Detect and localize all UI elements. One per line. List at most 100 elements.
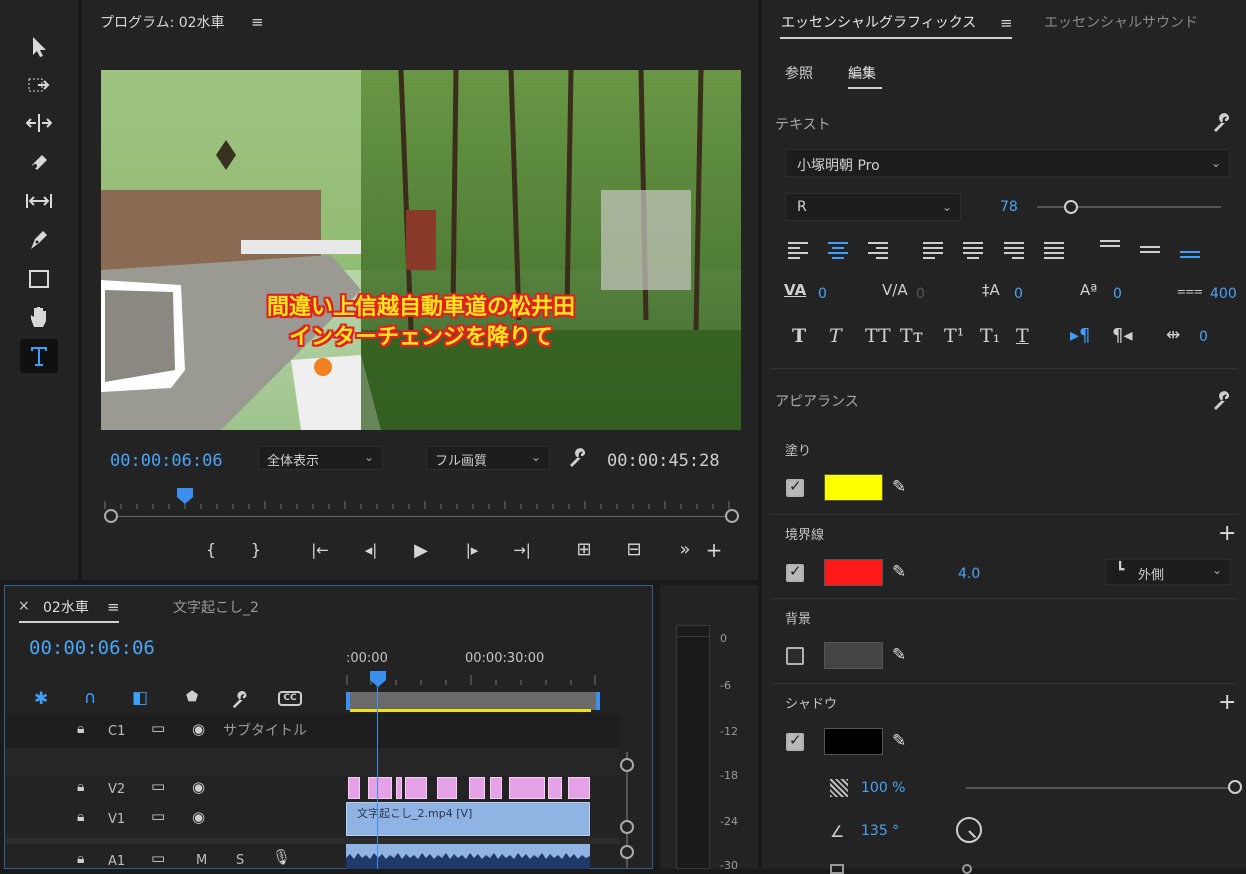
toggle-sync-icon[interactable]: ▭ (151, 807, 165, 825)
graphic-clip[interactable] (469, 777, 485, 799)
slip-tool-icon[interactable] (20, 184, 58, 218)
shadow-angle-value[interactable]: 135 ° (861, 823, 899, 839)
tsume-value[interactable]: 400 (1210, 286, 1237, 302)
stroke-checkbox[interactable] (786, 562, 804, 582)
zoom-handle-left[interactable] (104, 509, 118, 523)
distance-slider-handle[interactable] (962, 864, 972, 874)
tab-width-icon[interactable]: ⇹ (1166, 325, 1180, 345)
go-to-in-button[interactable]: |← (306, 541, 334, 559)
leading-value[interactable]: 0 (1014, 286, 1023, 302)
graphic-clip[interactable] (368, 777, 392, 799)
align-top-icon[interactable] (1098, 238, 1122, 262)
font-size-value[interactable]: 78 (1000, 199, 1018, 215)
step-back-button[interactable]: ◂| (357, 541, 385, 559)
eye-icon[interactable]: ◉ (192, 720, 205, 738)
scroll-handle[interactable] (620, 845, 634, 859)
mark-out-button[interactable]: } (242, 540, 270, 559)
timeline-playhead-head[interactable] (369, 670, 387, 692)
shadow-eyedropper-icon[interactable]: ✎ (892, 731, 906, 751)
add-marker-icon[interactable]: ⬟ (186, 689, 198, 705)
small-caps-button[interactable]: Tᴛ (900, 325, 923, 347)
timeline-settings-wrench-icon[interactable] (231, 690, 251, 714)
timeline-tab-other[interactable]: 文字起こし_2 (173, 597, 259, 617)
justify-left-icon[interactable] (921, 240, 945, 264)
tab-essential-sound[interactable]: エッセンシャルサウンド (1044, 12, 1198, 32)
add-stroke-button[interactable]: + (1218, 521, 1236, 546)
zoom-dropdown[interactable]: 全体表示 ⌄ (258, 446, 383, 470)
faux-italic-button[interactable]: T (829, 325, 842, 347)
baseline-value[interactable]: 0 (1113, 286, 1122, 302)
stroke-eyedropper-icon[interactable]: ✎ (892, 562, 906, 582)
fill-color-swatch[interactable] (824, 474, 883, 501)
graphic-clip[interactable] (348, 777, 360, 799)
close-tab-icon[interactable]: × (18, 598, 30, 614)
justify-center-icon[interactable] (961, 240, 985, 264)
quality-dropdown[interactable]: フル画質 ⌄ (426, 446, 550, 470)
shadow-checkbox[interactable] (786, 731, 804, 751)
lock-icon[interactable]: 🔒︎ (77, 779, 84, 795)
align-bottom-icon[interactable] (1178, 244, 1202, 268)
subscript-button[interactable]: T₁ (980, 325, 1000, 347)
background-eyedropper-icon[interactable]: ✎ (892, 645, 906, 665)
superscript-button[interactable]: T¹ (944, 325, 964, 347)
tsume-extra-value[interactable]: 0 (1199, 329, 1208, 345)
work-area-bar[interactable] (346, 692, 599, 710)
background-checkbox[interactable] (786, 647, 804, 665)
all-caps-button[interactable]: TT (865, 325, 891, 347)
toggle-sync-icon[interactable]: ▭ (151, 849, 165, 867)
stroke-width-value[interactable]: 4.0 (958, 566, 980, 582)
add-control-button[interactable]: + (700, 538, 728, 562)
more-controls-button[interactable]: » (671, 539, 699, 560)
play-button[interactable]: ▶ (407, 540, 435, 561)
faux-bold-button[interactable]: T (792, 325, 806, 347)
pen-tool-icon[interactable] (20, 223, 58, 257)
align-center-icon[interactable] (826, 240, 850, 264)
mark-in-button[interactable]: { (197, 540, 225, 559)
text-wrench-icon[interactable] (1212, 112, 1234, 138)
program-monitor-title[interactable]: プログラム: 02水車 (100, 12, 225, 32)
stroke-color-swatch[interactable] (824, 559, 883, 586)
font-style-dropdown[interactable]: R ⌄ (785, 193, 961, 221)
font-family-dropdown[interactable]: 小塚明朝 Pro ⌄ (785, 149, 1230, 177)
underline-button[interactable]: T (1016, 325, 1029, 347)
shadow-opacity-slider-handle[interactable] (1228, 780, 1242, 794)
background-color-swatch[interactable] (824, 642, 883, 669)
track-select-tool-icon[interactable] (20, 68, 58, 102)
mute-button[interactable]: M (196, 853, 207, 868)
subtab-browse[interactable]: 参照 (785, 63, 813, 83)
lift-button[interactable]: ⊞ (570, 539, 598, 560)
timeline-current-timecode[interactable]: 00:00:06:06 (29, 637, 155, 659)
shadow-opacity-value[interactable]: 100 % (861, 780, 905, 796)
step-forward-button[interactable]: |▸ (458, 541, 486, 559)
extract-button[interactable]: ⊟ (620, 539, 648, 560)
kerning-value[interactable]: 0 (818, 286, 827, 302)
hand-tool-icon[interactable] (20, 300, 58, 334)
appearance-wrench-icon[interactable] (1212, 390, 1234, 416)
graphic-clip[interactable] (548, 777, 562, 799)
program-zoom-bar[interactable] (110, 516, 732, 517)
graphic-clip[interactable] (437, 777, 457, 799)
microphone-icon[interactable]: 🎙︎ (272, 848, 291, 866)
rtl-direction-icon[interactable]: ¶◂ (1112, 325, 1133, 346)
timeline-tab-active[interactable]: 02水車 (43, 597, 89, 617)
align-left-icon[interactable] (786, 240, 810, 264)
fill-checkbox[interactable] (786, 477, 804, 497)
toggle-sync-icon[interactable]: ▭ (151, 719, 165, 737)
solo-button[interactable]: S (236, 853, 244, 868)
ripple-edit-tool-icon[interactable] (20, 106, 58, 140)
scroll-handle[interactable] (620, 820, 634, 834)
align-right-icon[interactable] (866, 240, 890, 264)
toggle-sync-icon[interactable]: ▭ (151, 777, 165, 795)
captions-cc-icon[interactable]: CC (278, 691, 302, 706)
graphic-clip[interactable] (568, 777, 590, 799)
lock-icon[interactable]: 🔒︎ (77, 809, 84, 825)
program-time-ruler[interactable] (103, 494, 737, 509)
go-to-out-button[interactable]: →| (508, 541, 536, 559)
selection-tool-icon[interactable] (20, 30, 58, 64)
timeline-menu-icon[interactable]: ≡ (107, 598, 120, 616)
graphic-clip[interactable] (509, 777, 545, 799)
program-current-timecode[interactable]: 00:00:06:06 (110, 451, 223, 471)
justify-all-icon[interactable] (1042, 240, 1066, 264)
graphic-clip[interactable] (396, 777, 402, 799)
stroke-position-dropdown[interactable]: ┗ 外側 ⌄ (1105, 559, 1231, 585)
